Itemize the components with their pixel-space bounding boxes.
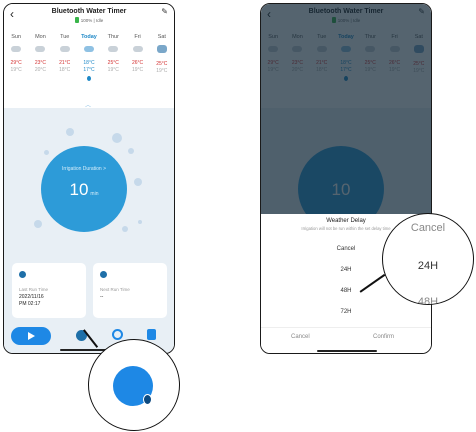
cloud-icon (11, 46, 22, 52)
temp-low: 19°C (156, 68, 168, 74)
cloud-icon (83, 46, 94, 52)
app-title: Bluetooth Water Timer (51, 8, 127, 15)
irrigation-duration-value: 10 min (41, 180, 127, 200)
cloud-icon (35, 46, 46, 52)
home-indicator (317, 350, 377, 352)
delay-option-72h[interactable]: 72H (261, 309, 431, 315)
temp-high: 25°C (156, 61, 168, 67)
temp-low: 18°C (59, 67, 71, 73)
irrigation-duration-label: Irrigation Duration > (61, 166, 107, 172)
temp-high: 29°C (10, 60, 22, 66)
water-drop-icon (19, 271, 26, 278)
battery-status: 100% | Idle (4, 17, 174, 23)
day-name: Sun (11, 34, 22, 40)
weather-day-today: Today 18°C 17°C (77, 30, 101, 102)
water-drop-icon (100, 271, 107, 278)
weather-day: Tue 21°C 18°C (53, 30, 77, 102)
bubble-decoration (44, 150, 49, 155)
weather-day: Thur 25°C 19°C (101, 30, 125, 102)
temp-low: 17°C (83, 67, 95, 73)
last-run-date: 2022/11/16 (19, 294, 44, 300)
last-run-label: Last Run Time (19, 287, 49, 292)
cancel-button[interactable]: Cancel (291, 334, 310, 340)
magnifier-weather-delay-button (88, 339, 180, 431)
weather-day: Sat 25°C 19°C (150, 30, 174, 102)
battery-icon (74, 17, 79, 23)
next-run-card: Next Run Time -- (93, 263, 167, 318)
temp-low: 19°C (107, 67, 119, 73)
weather-day: Mon 23°C 20°C (28, 30, 52, 102)
irrigation-duration-circle[interactable]: Irrigation Duration > 10 min (41, 146, 127, 232)
rain-cloud-icon (156, 45, 167, 53)
day-name: Fri (134, 34, 141, 40)
day-name: Tue (60, 34, 70, 40)
duration-number: 10 (69, 180, 89, 199)
magnifier-delay-options: Cancel 24H 48H (382, 213, 474, 305)
next-run-label: Next Run Time (100, 287, 130, 292)
bubble-decoration (122, 226, 128, 232)
temp-high: 18°C (83, 60, 95, 66)
day-name: Thur (107, 34, 119, 40)
play-icon[interactable] (11, 327, 51, 345)
divider (261, 327, 431, 328)
bubble-decoration (112, 133, 122, 143)
duration-unit: min (90, 191, 99, 197)
cloud-icon (59, 46, 70, 52)
temp-low: 20°C (34, 67, 46, 73)
pencil-icon[interactable]: ✎ (161, 7, 168, 16)
bubble-decoration (128, 148, 134, 154)
temp-high: 21°C (59, 60, 71, 66)
zoomed-option-cancel: Cancel (410, 222, 446, 234)
bubble-decoration (34, 220, 42, 228)
phone-main-screen: ‹ Bluetooth Water Timer 100% | Idle ✎ Su… (3, 3, 175, 354)
alarm-clock-icon[interactable] (112, 329, 123, 340)
last-run-time: PM 02:17 (19, 301, 41, 307)
cloud-icon (108, 46, 119, 52)
run-time-section: Last Run Time 2022/11/16 PM 02:17 Next R… (4, 263, 174, 320)
day-name: Today (81, 34, 97, 40)
modal-overlay[interactable] (261, 4, 431, 214)
temp-low: 19°C (131, 67, 144, 73)
weather-day: Sun 29°C 19°C (4, 30, 28, 102)
weather-forecast[interactable]: Sun 29°C 19°C Mon 23°C 20°C Tue 21°C 18°C T… (4, 30, 174, 102)
water-drop-icon (86, 76, 91, 81)
irrigation-panel: Irrigation Duration > 10 min (4, 108, 174, 263)
temp-high: 23°C (34, 60, 46, 66)
device-status: Idle (95, 18, 104, 23)
temp-low: 19°C (10, 67, 22, 73)
app-header: ‹ Bluetooth Water Timer 100% | Idle ✎ (4, 4, 174, 30)
bubble-decoration (66, 128, 74, 136)
next-run-value: -- (100, 294, 104, 300)
bubble-decoration (134, 178, 142, 186)
water-drop-icon (143, 394, 152, 405)
temp-high: 26°C (131, 60, 144, 66)
day-name: Mon (35, 34, 46, 40)
list-icon[interactable] (147, 329, 156, 340)
zoomed-option-24h: 24H (417, 260, 439, 272)
last-run-card: Last Run Time 2022/11/16 PM 02:17 (12, 263, 86, 318)
zoomed-option-48h: 48H (417, 296, 439, 305)
temp-high: 25°C (107, 60, 119, 66)
day-name: Sat (157, 34, 166, 40)
battery-level: 100% (80, 18, 93, 23)
weather-day: Fri 26°C 19°C (125, 30, 149, 102)
confirm-button[interactable]: Confirm (373, 334, 394, 340)
bubble-decoration (138, 220, 142, 224)
cloud-icon (132, 46, 143, 52)
